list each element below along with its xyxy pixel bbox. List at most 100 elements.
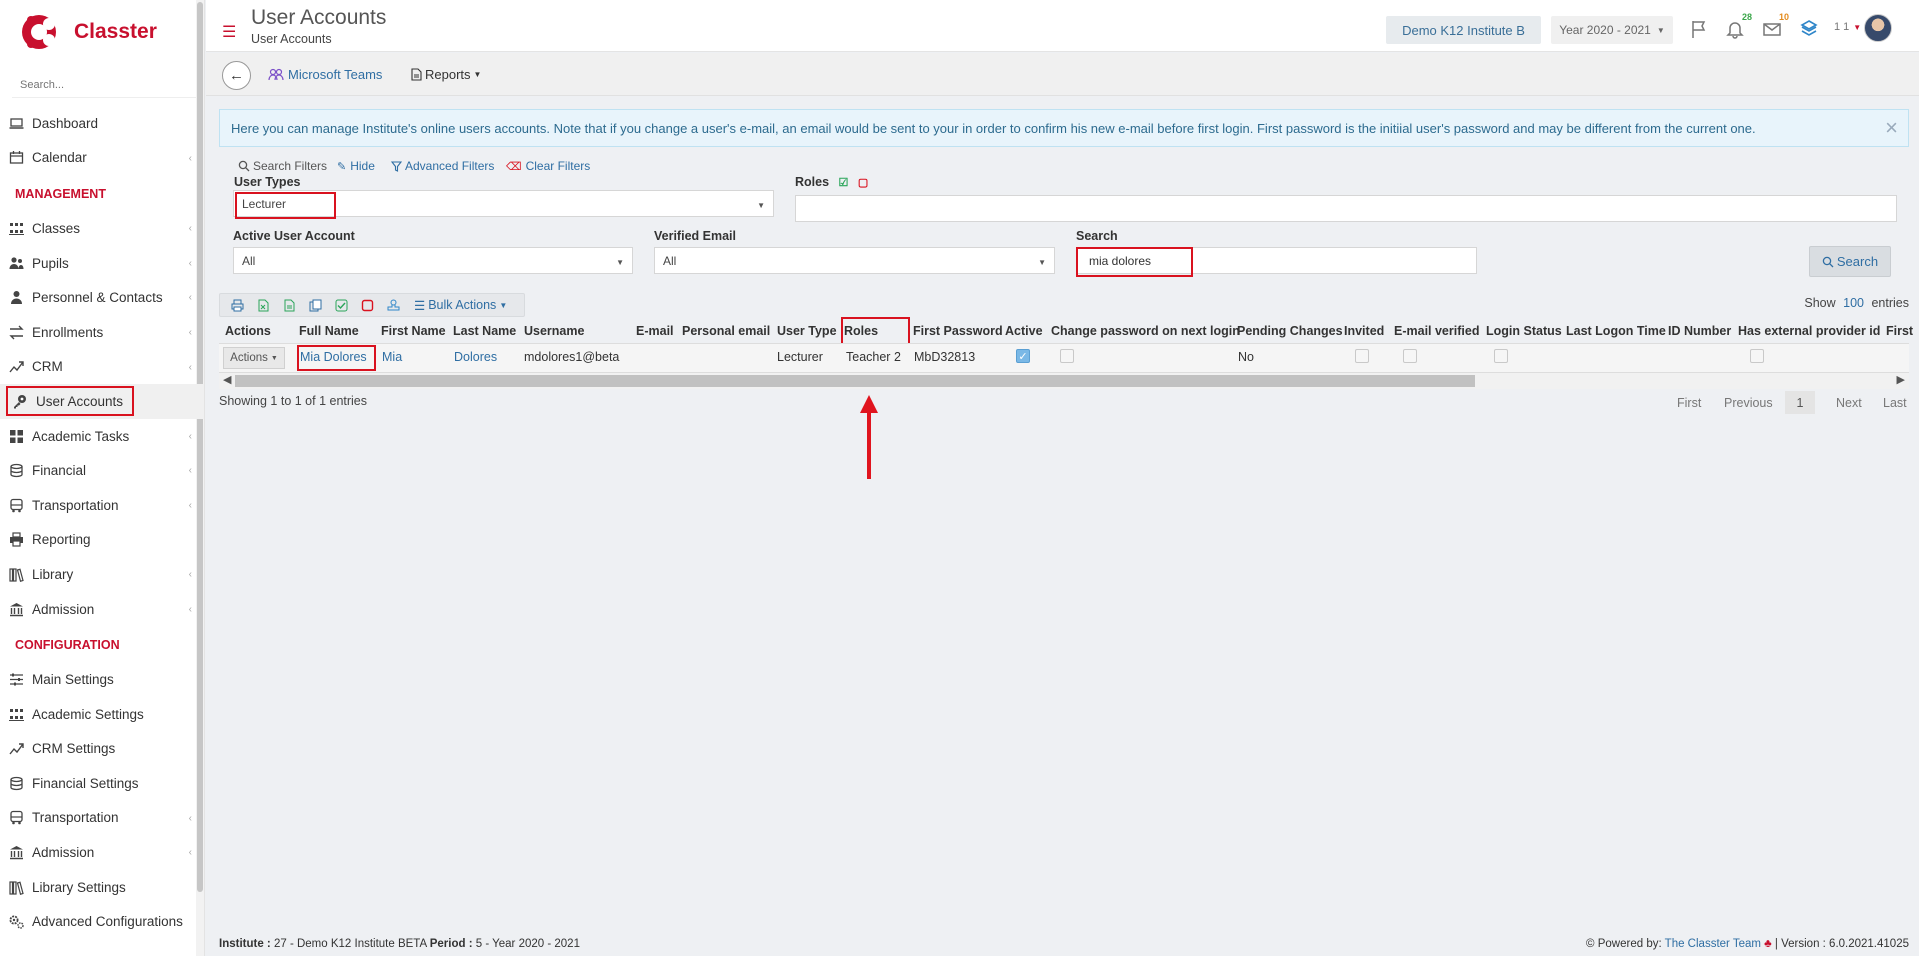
col-id-number[interactable]: ID Number [1668, 324, 1731, 338]
chevron-left-icon: ‹ [188, 292, 192, 304]
col-first-password[interactable]: First Password [913, 324, 1003, 338]
col-full-name[interactable]: Full Name [299, 324, 359, 338]
classter-team-link[interactable]: The Classter Team [1665, 938, 1761, 950]
col-last-name[interactable]: Last Name [453, 324, 516, 338]
sidebar-item-classes[interactable]: Classes ‹ [0, 211, 204, 246]
breadcrumb[interactable]: User Accounts [251, 32, 332, 46]
col-username[interactable]: Username [524, 324, 584, 338]
col-personal-email[interactable]: Personal email [682, 324, 770, 338]
print-icon[interactable] [228, 296, 246, 314]
sidebar-item-label: Personnel & Contacts [32, 290, 163, 306]
check-all-icon[interactable] [332, 296, 350, 314]
sidebar-item-crm-settings[interactable]: CRM Settings [0, 732, 204, 767]
pager-current[interactable]: 1 [1785, 391, 1815, 414]
col-external-provider[interactable]: Has external provider id [1738, 324, 1880, 338]
search-button[interactable]: Search [1809, 246, 1891, 277]
last-name-link[interactable]: Dolores [454, 350, 497, 364]
export-excel-icon[interactable] [254, 296, 272, 314]
pager-previous[interactable]: Previous [1724, 396, 1773, 410]
sidebar-item-advanced-configurations[interactable]: Advanced Configurations [0, 904, 204, 939]
scroll-right-icon[interactable]: ▶ [1897, 373, 1905, 386]
col-user-type[interactable]: User Type [777, 324, 837, 338]
sidebar-item-admission[interactable]: Admission ‹ [0, 835, 204, 870]
verified-email-select[interactable]: All ▼ [654, 247, 1055, 274]
col-email-verified[interactable]: E-mail verified [1394, 324, 1479, 338]
sidebar-item-academic-settings[interactable]: Academic Settings [0, 697, 204, 732]
copy-icon[interactable] [306, 296, 324, 314]
sidebar-item-main-settings[interactable]: Main Settings [0, 662, 204, 697]
sidebar-item-user-accounts[interactable]: User Accounts [0, 384, 204, 419]
back-button[interactable]: ← [222, 61, 251, 90]
menu-toggle-icon[interactable]: ☰ [222, 22, 236, 42]
sidebar-search[interactable] [12, 72, 196, 98]
email-verified-checkbox[interactable] [1403, 349, 1417, 363]
hide-filters-link[interactable]: ✎ Hide [337, 159, 375, 173]
sidebar-item-financial-settings[interactable]: Financial Settings [0, 766, 204, 801]
powered-by-label: Powered by: [1597, 938, 1662, 950]
stamp-icon[interactable] [384, 296, 402, 314]
uncheck-all-icon[interactable]: ▢ [858, 177, 868, 189]
sidebar-item-library-settings[interactable]: Library Settings [0, 870, 204, 905]
col-first[interactable]: First [1886, 324, 1913, 338]
col-first-name[interactable]: First Name [381, 324, 446, 338]
active-checkbox[interactable]: ✓ [1016, 349, 1030, 363]
layers-icon[interactable] [1798, 18, 1820, 40]
microsoft-teams-link[interactable]: Microsoft Teams [268, 67, 382, 82]
uncheck-all-icon[interactable] [358, 296, 376, 314]
sidebar-item-dashboard[interactable]: Dashboard [0, 106, 204, 141]
flag-icon[interactable] [1688, 18, 1710, 40]
horizontal-scroll-thumb[interactable] [235, 375, 1475, 387]
sidebar-item-enrollments[interactable]: Enrollments ‹ [0, 315, 204, 350]
sidebar-item-pupils[interactable]: Pupils ‹ [0, 246, 204, 281]
col-last-logon[interactable]: Last Logon Time [1566, 324, 1666, 338]
export-csv-icon[interactable] [280, 296, 298, 314]
advanced-filters-link[interactable]: Advanced Filters [391, 159, 494, 173]
grid-icon [9, 429, 24, 444]
envelope-icon[interactable]: 10 [1761, 12, 1791, 40]
sidebar-item-admission[interactable]: Admission ‹ [0, 592, 204, 627]
user-indicator[interactable]: 1 1 ▼ [1834, 21, 1861, 33]
active-account-select[interactable]: All ▼ [233, 247, 633, 274]
sidebar-item-crm[interactable]: CRM ‹ [0, 350, 204, 385]
pager-first[interactable]: First [1677, 396, 1701, 410]
col-active[interactable]: Active [1005, 324, 1043, 338]
avatar[interactable] [1864, 14, 1892, 42]
reports-dropdown[interactable]: Reports ▼ [411, 67, 481, 82]
horizontal-scrollbar[interactable]: ◀ ▶ [219, 373, 1909, 389]
year-selector[interactable]: Year 2020 - 2021 ▼ [1551, 16, 1673, 44]
bulk-actions-dropdown[interactable]: ☰ Bulk Actions ▼ [414, 298, 507, 313]
brand[interactable]: Classter [0, 0, 204, 64]
sidebar-item-calendar[interactable]: Calendar ‹ [0, 141, 204, 176]
sidebar-item-personnel-and-contacts[interactable]: Personnel & Contacts ‹ [0, 280, 204, 315]
col-change-password[interactable]: Change password on next login [1051, 324, 1240, 338]
col-login-status[interactable]: Login Status [1486, 324, 1562, 338]
first-name-link[interactable]: Mia [382, 350, 402, 364]
external-provider-checkbox[interactable] [1750, 349, 1764, 363]
check-all-icon[interactable]: ☑ [839, 177, 849, 189]
col-pending-changes[interactable]: Pending Changes [1237, 324, 1343, 338]
sidebar-item-transportation[interactable]: Transportation ‹ [0, 801, 204, 836]
clear-filters-link[interactable]: ⌫ Clear Filters [506, 159, 590, 173]
sidebar-item-library[interactable]: Library ‹ [0, 557, 204, 592]
bell-icon[interactable]: 28 [1724, 12, 1754, 40]
row-actions-dropdown[interactable]: Actions ▼ [223, 347, 285, 369]
sidebar-item-reporting[interactable]: Reporting [0, 523, 204, 558]
invited-checkbox[interactable] [1355, 349, 1369, 363]
col-invited[interactable]: Invited [1344, 324, 1384, 338]
change-password-checkbox[interactable] [1060, 349, 1074, 363]
pager-next[interactable]: Next [1836, 396, 1862, 410]
sidebar-item-financial[interactable]: Financial ‹ [0, 453, 204, 488]
institute-selector[interactable]: Demo K12 Institute B [1386, 16, 1541, 44]
sidebar-item-academic-tasks[interactable]: Academic Tasks ‹ [0, 419, 204, 454]
login-status-checkbox[interactable] [1494, 349, 1508, 363]
page-size-select[interactable]: 100 [1843, 296, 1864, 310]
col-actions[interactable]: Actions [225, 324, 271, 338]
roles-select[interactable] [795, 195, 1897, 222]
pager-last[interactable]: Last [1883, 396, 1907, 410]
col-email[interactable]: E-mail [636, 324, 674, 338]
scroll-left-icon[interactable]: ◀ [223, 373, 231, 386]
sidebar-search-input[interactable] [20, 78, 196, 91]
show-entries: Show 100 entries [1804, 296, 1909, 310]
sidebar-item-transportation[interactable]: Transportation ‹ [0, 488, 204, 523]
close-icon[interactable]: × [1885, 115, 1898, 141]
